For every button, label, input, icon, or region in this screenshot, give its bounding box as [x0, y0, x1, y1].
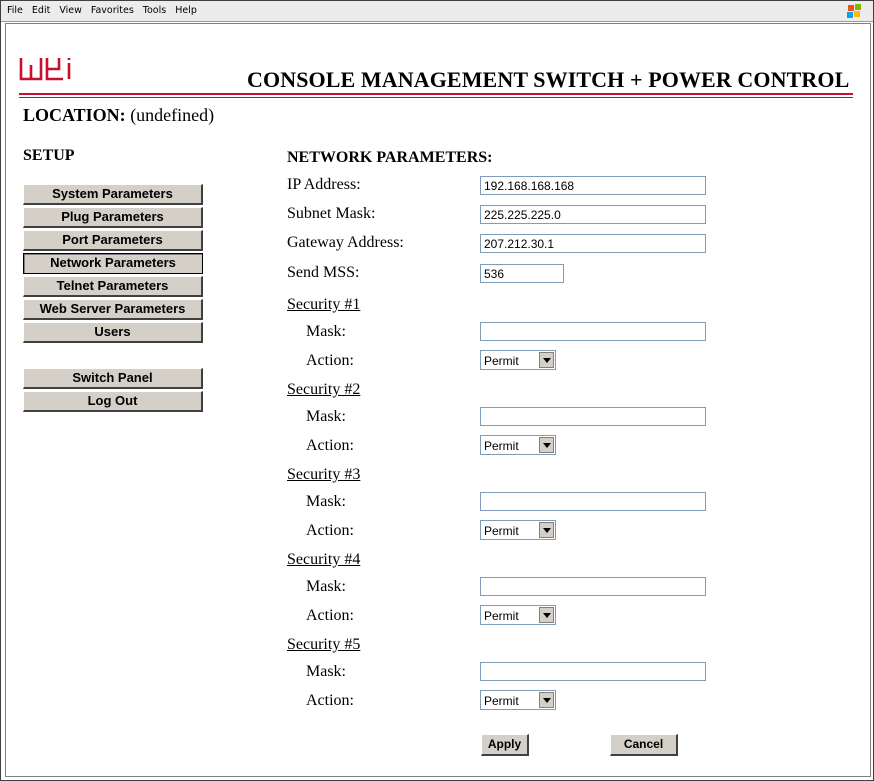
windows-logo-icon: [847, 4, 861, 18]
sidebar-item-web-server-parameters[interactable]: Web Server Parameters: [23, 299, 203, 320]
page-title: CONSOLE MANAGEMENT SWITCH + POWER CONTRO…: [247, 67, 850, 92]
security-5-action-select[interactable]: Permit: [480, 690, 556, 710]
chevron-down-icon[interactable]: [539, 692, 554, 708]
security-4-action-label: Action:: [306, 607, 354, 624]
security-3-action-label: Action:: [306, 522, 354, 539]
menu-view[interactable]: View: [59, 5, 82, 16]
security-2-action-label: Action:: [306, 437, 354, 454]
security-1-action-value: Permit: [484, 354, 519, 368]
gateway-address-label: Gateway Address:: [287, 234, 404, 251]
security-4-action-select[interactable]: Permit: [480, 605, 556, 625]
apply-button[interactable]: Apply: [481, 734, 529, 756]
sidebar-item-telnet-parameters[interactable]: Telnet Parameters: [23, 276, 203, 297]
chevron-down-icon[interactable]: [539, 522, 554, 538]
menu-favorites[interactable]: Favorites: [91, 5, 134, 16]
security-5-action-value: Permit: [484, 694, 519, 708]
ip-address-input[interactable]: [480, 176, 706, 195]
menu-tools[interactable]: Tools: [143, 5, 166, 16]
security-1-mask-input[interactable]: [480, 322, 706, 341]
setup-heading: SETUP: [23, 147, 75, 164]
subnet-mask-input[interactable]: [480, 205, 706, 224]
menu-file[interactable]: File: [7, 5, 23, 16]
security-4-heading: Security #4: [287, 551, 361, 568]
security-4-mask-input[interactable]: [480, 577, 706, 596]
sidebar-item-port-parameters[interactable]: Port Parameters: [23, 230, 203, 251]
security-2-mask-label: Mask:: [306, 408, 346, 425]
header-divider: [19, 93, 853, 95]
security-3-mask-input[interactable]: [480, 492, 706, 511]
security-3-mask-label: Mask:: [306, 493, 346, 510]
sidebar-item-network-parameters[interactable]: Network Parameters: [23, 253, 203, 274]
security-4-mask-label: Mask:: [306, 578, 346, 595]
chevron-down-icon[interactable]: [539, 352, 554, 368]
security-5-mask-input[interactable]: [480, 662, 706, 681]
security-3-heading: Security #3: [287, 466, 361, 483]
security-5-heading: Security #5: [287, 636, 361, 653]
sidebar-item-switch-panel[interactable]: Switch Panel: [23, 368, 203, 389]
chevron-down-icon[interactable]: [539, 607, 554, 623]
security-1-action-label: Action:: [306, 352, 354, 369]
header-divider-thin: [19, 97, 853, 98]
location-value: (undefined): [130, 105, 215, 125]
menu-help[interactable]: Help: [175, 5, 197, 16]
security-2-action-value: Permit: [484, 439, 519, 453]
security-2-heading: Security #2: [287, 381, 361, 398]
location-line: LOCATION: (undefined): [23, 105, 214, 126]
security-2-mask-input[interactable]: [480, 407, 706, 426]
sidebar-item-log-out[interactable]: Log Out: [23, 391, 203, 412]
security-3-action-value: Permit: [484, 524, 519, 538]
security-1-heading: Security #1: [287, 296, 361, 313]
security-5-action-label: Action:: [306, 692, 354, 709]
sidebar-item-system-parameters[interactable]: System Parameters: [23, 184, 203, 205]
security-3-action-select[interactable]: Permit: [480, 520, 556, 540]
sidebar-item-users[interactable]: Users: [23, 322, 203, 343]
section-title: NETWORK PARAMETERS:: [287, 149, 493, 166]
security-1-action-select[interactable]: Permit: [480, 350, 556, 370]
send-mss-label: Send MSS:: [287, 264, 360, 281]
menu-bar: File Edit View Favorites Tools Help: [1, 1, 873, 22]
chevron-down-icon[interactable]: [539, 437, 554, 453]
gateway-address-input[interactable]: [480, 234, 706, 253]
security-1-mask-label: Mask:: [306, 323, 346, 340]
location-label: LOCATION:: [23, 105, 126, 125]
cancel-button[interactable]: Cancel: [610, 734, 678, 756]
security-5-mask-label: Mask:: [306, 663, 346, 680]
menu-edit[interactable]: Edit: [32, 5, 50, 16]
security-2-action-select[interactable]: Permit: [480, 435, 556, 455]
ip-address-label: IP Address:: [287, 176, 361, 193]
send-mss-input[interactable]: [480, 264, 564, 283]
sidebar-item-plug-parameters[interactable]: Plug Parameters: [23, 207, 203, 228]
browser-window: File Edit View Favorites Tools Help CONS…: [0, 0, 874, 781]
security-4-action-value: Permit: [484, 609, 519, 623]
wti-logo-icon: [19, 58, 71, 81]
subnet-mask-label: Subnet Mask:: [287, 205, 376, 222]
